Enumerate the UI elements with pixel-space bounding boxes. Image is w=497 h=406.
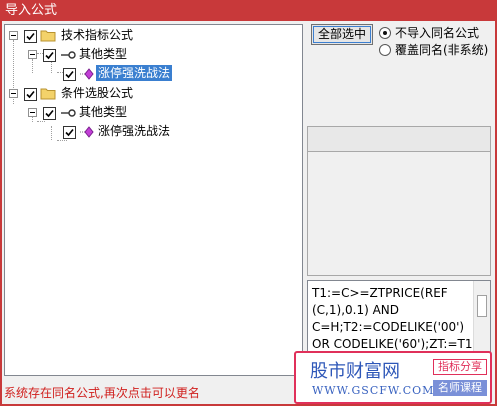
tree-group-stock-selection[interactable]: 条件选股公式 [5,84,205,103]
check-icon [65,128,74,137]
folder-icon [40,30,56,42]
check-icon [26,90,35,99]
tree-formula-label[interactable]: 涨停强洗战法 [96,65,173,81]
key-icon [61,51,76,59]
formula-line: (C,1),0.1) AND [312,303,400,317]
tree-group-tech-indicator[interactable]: 技术指标公式 [5,26,205,45]
tree-type-node[interactable]: 其他类型 [5,103,205,122]
key-icon [61,109,76,117]
tree-type-node[interactable]: 其他类型 [5,45,205,64]
title-bar: 导入公式 [0,0,497,21]
check-icon [26,32,35,41]
checkbox-checked[interactable] [63,126,76,139]
tree-group-label: 技术指标公式 [61,28,134,42]
collapse-icon[interactable] [28,108,37,117]
scrollbar-thumb[interactable] [477,295,487,317]
radio-overwrite-duplicate[interactable] [379,44,391,56]
collapse-icon[interactable] [9,89,18,98]
checkbox-checked[interactable] [24,88,37,101]
tree-type-label: 其他类型 [79,105,128,119]
window-title: 导入公式 [5,3,58,18]
tree-formula-leaf[interactable]: 涨停强洗战法 [5,64,205,83]
tree-formula-label[interactable]: 涨停强洗战法 [98,123,170,139]
select-all-button[interactable]: 全部选中 [311,24,373,45]
radio-overwrite-duplicate-label[interactable]: 覆盖同名(非系统) [395,43,488,57]
radio-skip-duplicate[interactable] [379,27,391,39]
info-panel [307,126,491,152]
tree-formula-leaf[interactable]: 涨停强洗战法 [5,122,205,141]
formula-gem-icon [80,126,94,138]
check-icon [65,70,74,79]
checkbox-checked[interactable] [43,107,56,120]
watermark-logo: 股市财富网 WWW.GSCFW.COM 指标分享 名师课程 [294,351,492,404]
checkbox-checked[interactable] [43,49,56,62]
tree-type-label: 其他类型 [79,47,128,61]
watermark-tag: 名师课程 [433,380,487,396]
checkbox-checked[interactable] [63,68,76,81]
formula-gem-icon [80,68,94,80]
check-icon [45,51,54,60]
collapse-icon[interactable] [9,31,18,40]
watermark-tag: 指标分享 [433,359,487,375]
watermark-url: WWW.GSCFW.COM [312,384,435,397]
status-message: 系统存在同名公式,再次点击可以更名 [4,386,200,400]
watermark-title: 股市财富网 [310,361,400,382]
formula-line: C=H;T2:=CODELIKE('00') [312,320,465,334]
checkbox-checked[interactable] [24,30,37,43]
description-panel [307,152,491,276]
radio-skip-duplicate-label[interactable]: 不导入同名公式 [395,26,479,40]
folder-icon [40,88,56,100]
formula-tree[interactable]: 技术指标公式 其他类型 涨停强洗战法 条件选股公式 其他类型 涨停强洗战法 [4,24,303,376]
check-icon [45,109,54,118]
tree-group-label: 条件选股公式 [61,86,134,100]
formula-line: T1:=C>=ZTPRICE(REF [312,286,448,300]
collapse-icon[interactable] [28,50,37,59]
